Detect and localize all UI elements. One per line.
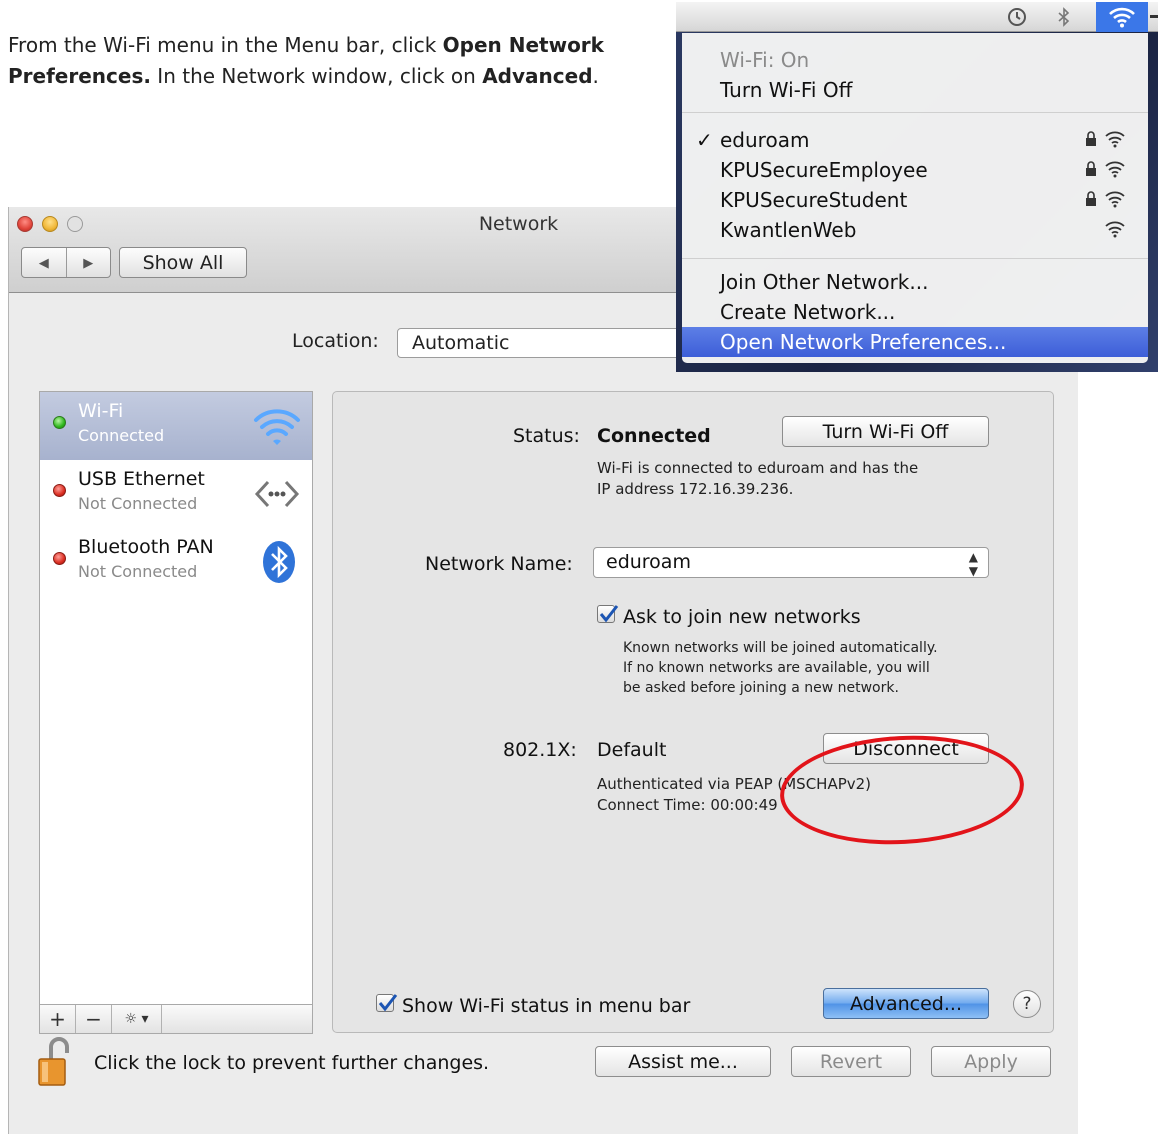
menu-separator — [682, 258, 1148, 259]
location-select[interactable]: Automatic — [397, 328, 697, 358]
status-dot-red — [53, 484, 66, 497]
instruction-part-1: From the Wi-Fi menu in the Menu bar, cli… — [8, 33, 443, 57]
auth-description-2: Connect Time: 00:00:49 — [597, 796, 778, 814]
assist-me-button[interactable]: Assist me... — [595, 1046, 771, 1077]
disconnect-button[interactable]: Disconnect — [823, 733, 989, 764]
service-name: USB Ethernet — [78, 468, 205, 490]
network-name-select[interactable]: eduroam ▲ ▼ — [593, 547, 989, 578]
service-name: Wi-Fi — [78, 400, 124, 422]
lock-icon — [1086, 191, 1096, 206]
menu-join-other-network[interactable]: Join Other Network... — [682, 267, 1148, 297]
wifi-menu-icon — [1109, 7, 1135, 28]
bluetooth-icon — [263, 541, 295, 583]
service-status: Not Connected — [78, 562, 198, 581]
dot1x-label: 802.1X: — [503, 739, 577, 761]
status-dot-red — [53, 552, 66, 565]
status-description-2: IP address 172.16.39.236. — [597, 480, 794, 498]
wifi-signal-icon — [1105, 221, 1125, 238]
service-item-bluetooth-pan[interactable]: Bluetooth PAN Not Connected — [40, 528, 312, 596]
wifi-signal-icon — [1105, 191, 1125, 208]
show-status-checkbox[interactable] — [376, 994, 398, 1012]
menu-bar — [676, 2, 1158, 32]
menu-create-network[interactable]: Create Network... — [682, 297, 1148, 327]
help-button[interactable]: ? — [1013, 990, 1041, 1018]
status-description-1: Wi-Fi is connected to eduroam and has th… — [597, 459, 919, 477]
bluetooth-menu-icon[interactable] — [1056, 6, 1072, 28]
add-service-button[interactable]: + — [40, 1005, 76, 1033]
service-status: Not Connected — [78, 494, 198, 513]
forward-arrow-icon[interactable]: ▶ — [67, 248, 111, 277]
instruction-text: From the Wi-Fi menu in the Menu bar, cli… — [8, 30, 668, 92]
service-list: Wi-Fi Connected USB Ethernet Not Connect… — [39, 391, 313, 1033]
network-item-kwantlenweb[interactable]: KwantlenWeb — [682, 215, 1148, 245]
status-value: Connected — [597, 425, 711, 447]
advanced-button[interactable]: Advanced... — [823, 988, 989, 1019]
lock-icon — [1086, 161, 1096, 176]
status-dot-green — [53, 416, 66, 429]
turn-wifi-off-button[interactable]: Turn Wi-Fi Off — [782, 416, 989, 447]
service-item-wifi[interactable]: Wi-Fi Connected — [40, 392, 312, 460]
wifi-signal-icon — [1105, 131, 1125, 148]
wifi-dropdown-menu: Wi-Fi: On Turn Wi-Fi Off ✓ eduroam KPUSe… — [682, 33, 1148, 363]
wifi-icon — [254, 409, 300, 445]
network-name-label: Network Name: — [425, 553, 573, 575]
instruction-part-3: . — [592, 64, 599, 88]
ask-join-description-3: be asked before joining a new network. — [623, 680, 899, 696]
menu-open-network-preferences[interactable]: Open Network Preferences... — [682, 327, 1148, 357]
service-status: Connected — [78, 426, 165, 445]
action-menu-button[interactable]: ☼ ▾ — [112, 1005, 162, 1033]
detail-pane: Status: Connected Turn Wi-Fi Off Wi-Fi i… — [332, 391, 1054, 1033]
wifi-status-item: Wi-Fi: On — [720, 48, 810, 72]
lock-icon — [1086, 131, 1096, 146]
apply-button[interactable]: Apply — [931, 1046, 1051, 1077]
wifi-menu-extra-selected[interactable] — [1096, 2, 1148, 32]
network-item-kpusecurestudent[interactable]: KPUSecureStudent — [682, 185, 1148, 215]
location-label: Location: — [292, 330, 379, 352]
instruction-part-2: In the Network window, click on — [150, 64, 483, 88]
ask-join-label: Ask to join new networks — [623, 606, 861, 628]
dot1x-value: Default — [597, 739, 667, 761]
ask-join-description-2: If no known networks are available, you … — [623, 660, 930, 676]
ask-join-description-1: Known networks will be joined automatica… — [623, 640, 938, 656]
lock-message: Click the lock to prevent further change… — [94, 1052, 490, 1074]
service-toolbar: + − ☼ ▾ — [39, 1004, 313, 1034]
select-arrows-icon: ▲ ▼ — [968, 550, 978, 578]
menu-separator — [682, 112, 1148, 113]
wifi-menu-screenshot: Wi-Fi: On Turn Wi-Fi Off ✓ eduroam KPUSe… — [676, 2, 1158, 372]
wifi-signal-icon — [1105, 161, 1125, 178]
show-status-label: Show Wi-Fi status in menu bar — [402, 995, 691, 1017]
auth-description-1: Authenticated via PEAP (MSCHAPv2) — [597, 775, 872, 793]
remove-service-button[interactable]: − — [76, 1005, 112, 1033]
revert-button[interactable]: Revert — [791, 1046, 911, 1077]
time-machine-icon[interactable] — [1006, 6, 1028, 28]
service-item-usb-ethernet[interactable]: USB Ethernet Not Connected — [40, 460, 312, 528]
lock-icon[interactable] — [37, 1037, 79, 1087]
checkmark-icon: ✓ — [696, 128, 713, 152]
show-all-button[interactable]: Show All — [119, 247, 247, 278]
service-name: Bluetooth PAN — [78, 536, 214, 558]
network-item-eduroam[interactable]: ✓ eduroam — [682, 125, 1148, 155]
menu-turn-wifi-off[interactable]: Turn Wi-Fi Off — [682, 75, 1148, 105]
volume-icon-partial — [1150, 15, 1158, 18]
network-name-value: eduroam — [606, 551, 691, 573]
back-arrow-icon[interactable]: ◀ — [22, 248, 67, 277]
status-label: Status: — [513, 425, 580, 447]
back-forward-control: ◀ ▶ — [21, 247, 111, 278]
ethernet-icon — [254, 480, 300, 508]
ask-join-checkbox[interactable] — [597, 605, 619, 623]
instruction-bold-advanced: Advanced — [482, 64, 593, 88]
network-item-kpusecureemployee[interactable]: KPUSecureEmployee — [682, 155, 1148, 185]
